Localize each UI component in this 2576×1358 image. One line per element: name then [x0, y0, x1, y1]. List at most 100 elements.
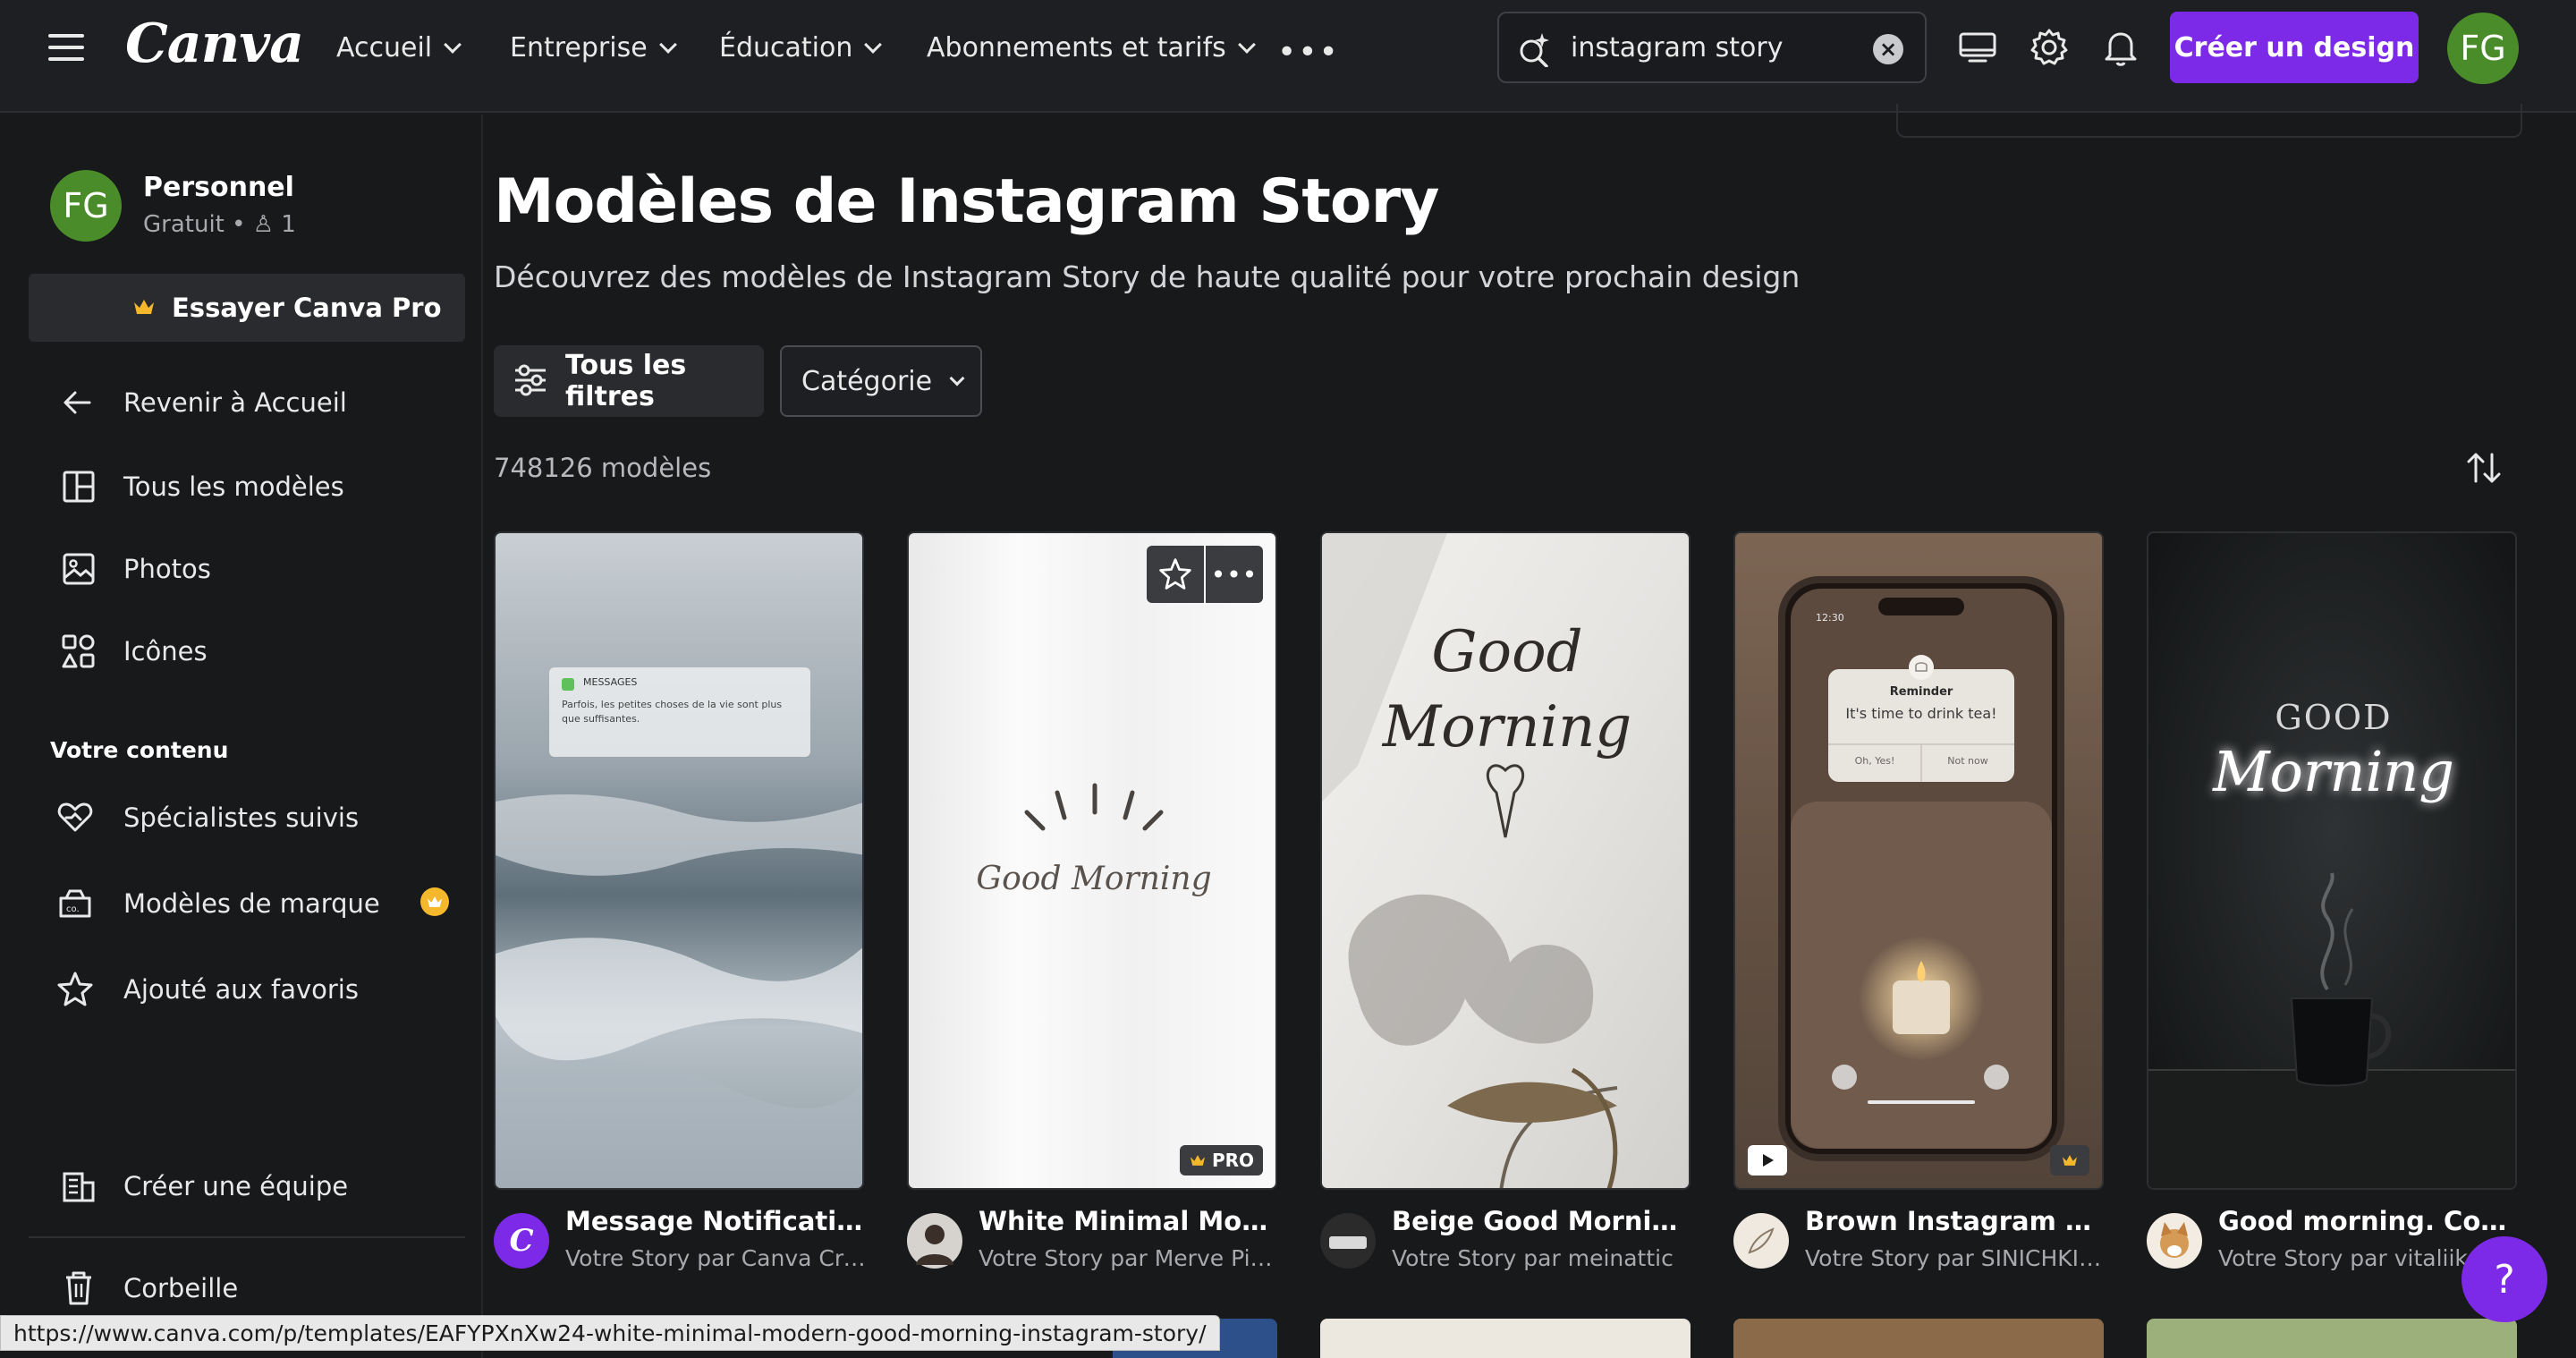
template-author[interactable]: Votre Story par meinattic: [1392, 1245, 1696, 1271]
shapes-icon: [62, 634, 95, 668]
settings-gear-icon[interactable]: [2029, 27, 2070, 68]
try-canva-pro-button[interactable]: Essayer Canva Pro: [29, 274, 465, 342]
reminder-text: It's time to drink tea!: [1845, 705, 1997, 722]
sort-icon[interactable]: [2463, 447, 2504, 488]
nav-label: Entreprise: [510, 32, 648, 64]
help-button[interactable]: ?: [2462, 1236, 2547, 1322]
nav-education[interactable]: Éducation: [719, 32, 883, 64]
menu-icon[interactable]: [48, 34, 84, 64]
team-avatar[interactable]: FG: [50, 170, 122, 242]
reminder-no: Not now: [1947, 755, 1988, 767]
sidebar-item-label: Spécialistes suivis: [123, 802, 360, 833]
category-dropdown[interactable]: Catégorie: [780, 345, 982, 417]
sidebar-item-trash[interactable]: Corbeille: [59, 1269, 238, 1308]
template-title[interactable]: Brown Instagram Story...: [1805, 1206, 2109, 1236]
template-author[interactable]: Votre Story par Canva Crea...: [565, 1245, 869, 1271]
account-avatar[interactable]: FG: [2447, 13, 2519, 84]
creator-logo-icon: [1329, 1236, 1367, 1249]
sidebar: FG Personnel Gratuit • ♙ 1 Essayer Canva…: [0, 115, 483, 1358]
more-options-icon[interactable]: •••: [1277, 34, 1340, 71]
sidebar-item-create-team[interactable]: Créer une équipe: [59, 1167, 348, 1206]
sidebar-item-icons[interactable]: Icônes: [59, 632, 208, 671]
account-name[interactable]: Personnel: [143, 172, 294, 203]
filters-icon: [515, 364, 546, 396]
chevron-down-icon: [658, 35, 677, 54]
template-thumbnail[interactable]: Good Morning ••• PRO: [907, 531, 1277, 1190]
creator-avatar[interactable]: C: [494, 1213, 549, 1269]
template-card[interactable]: Good Morning ••• PRO White Minimal Moder…: [907, 531, 1283, 1271]
template-count: 748126 modèles: [494, 453, 712, 483]
sidebar-item-photos[interactable]: Photos: [59, 549, 211, 589]
creator-avatar[interactable]: [1733, 1213, 1789, 1269]
sidebar-item-label: Corbeille: [123, 1273, 239, 1303]
sidebar-item-all-templates[interactable]: Tous les modèles: [59, 467, 344, 506]
chevron-down-icon: [949, 370, 965, 386]
template-card[interactable]: 12:30 Reminder It's time to drink tea! O…: [1733, 531, 2109, 1271]
template-thumbnail[interactable]: 12:30 Reminder It's time to drink tea! O…: [1733, 531, 2104, 1190]
template-thumbnail[interactable]: GOOD Morning: [2147, 531, 2517, 1190]
pro-label: PRO: [1211, 1150, 1254, 1171]
dog-photo-icon: [2160, 1222, 2189, 1258]
next-template-thumbnail[interactable]: [1733, 1319, 2104, 1358]
nav-accueil[interactable]: Accueil: [336, 32, 462, 64]
dark-coffee-image: [2148, 533, 2515, 1188]
template-author[interactable]: Votre Story par Merve Pina...: [979, 1245, 1283, 1271]
morning-script-text: Morning: [2213, 739, 2454, 804]
creator-avatar[interactable]: [907, 1213, 962, 1269]
star-icon: [57, 972, 93, 1006]
template-title[interactable]: Message Notification L...: [565, 1206, 869, 1236]
sidebar-item-label: Ajouté aux favoris: [123, 974, 359, 1005]
sidebar-item-label: Créer une équipe: [123, 1171, 349, 1201]
template-card[interactable]: MESSAGES Parfois, les petites choses de …: [494, 531, 869, 1271]
more-options-icon[interactable]: •••: [1206, 546, 1263, 603]
all-filters-label: Tous les filtres: [565, 350, 687, 412]
notifications-bell-icon[interactable]: [2100, 27, 2141, 68]
canva-logo[interactable]: Canva: [125, 13, 304, 75]
reminder-yes: Oh, Yes!: [1854, 755, 1895, 767]
nav-entreprise[interactable]: Entreprise: [510, 32, 677, 64]
next-template-thumbnail[interactable]: [2147, 1319, 2517, 1358]
template-card[interactable]: GOOD Morning Good morning. Coffee. ... V…: [2147, 531, 2522, 1271]
template-card[interactable]: Good Morning Beige Good Morning In... Vo…: [1320, 531, 1696, 1271]
arrow-left-icon: [64, 391, 91, 414]
scrolled-filter-row: [1896, 104, 2522, 138]
template-title[interactable]: Beige Good Morning In...: [1392, 1206, 1696, 1236]
nav-pricing[interactable]: Abonnements et tarifs: [927, 32, 1256, 64]
category-label: Catégorie: [801, 365, 933, 397]
heart-hand-icon: [57, 802, 93, 832]
search-input[interactable]: [1571, 30, 1857, 65]
all-filters-button[interactable]: Tous les filtres: [494, 345, 764, 417]
template-thumbnail[interactable]: MESSAGES Parfois, les petites choses de …: [494, 531, 864, 1190]
sidebar-item-label: Modèles de marque: [123, 888, 380, 919]
cozy-phone-image: [1735, 533, 2102, 1188]
nav-label: Abonnements et tarifs: [927, 32, 1226, 64]
try-pro-label: Essayer Canva Pro: [172, 293, 442, 323]
desktop-app-icon[interactable]: [1957, 27, 1998, 68]
reminder-title: Reminder: [1889, 685, 1953, 699]
video-play-icon: [1748, 1145, 1787, 1176]
template-title[interactable]: Good morning. Coffee. ...: [2218, 1206, 2522, 1236]
sidebar-item-label: Icônes: [123, 636, 208, 666]
sidebar-item-favorites[interactable]: Ajouté aux favoris: [55, 970, 359, 1009]
next-template-thumbnail[interactable]: [1320, 1319, 1690, 1358]
templates-icon: [63, 471, 95, 503]
link-status-bar: https://www.canva.com/p/templates/EAFYPX…: [0, 1315, 1220, 1351]
template-author[interactable]: Votre Story par SINICHKIN ...: [1805, 1245, 2109, 1271]
clear-search-icon[interactable]: ×: [1873, 34, 1903, 64]
photos-icon: [63, 553, 95, 585]
sidebar-item-back-home[interactable]: Revenir à Accueil: [59, 383, 347, 422]
account-plan: Gratuit • ♙ 1: [143, 211, 296, 238]
script-text-good: Good: [1431, 619, 1583, 685]
creator-avatar[interactable]: [2147, 1213, 2202, 1269]
nav-label: Accueil: [336, 32, 433, 64]
sidebar-item-followed-creators[interactable]: Spécialistes suivis: [55, 798, 359, 837]
template-thumbnail[interactable]: Good Morning: [1320, 531, 1690, 1190]
create-design-button[interactable]: Créer un design: [2170, 12, 2419, 83]
creator-avatar[interactable]: [1320, 1213, 1376, 1269]
favorite-star-icon[interactable]: [1147, 546, 1204, 603]
search-box[interactable]: ×: [1497, 12, 1927, 83]
sidebar-item-brand-templates[interactable]: co. Modèles de marque: [55, 884, 380, 923]
team-building-icon: [63, 1172, 95, 1202]
template-title[interactable]: White Minimal Modern...: [979, 1206, 1283, 1236]
crown-icon: [1190, 1155, 1205, 1166]
